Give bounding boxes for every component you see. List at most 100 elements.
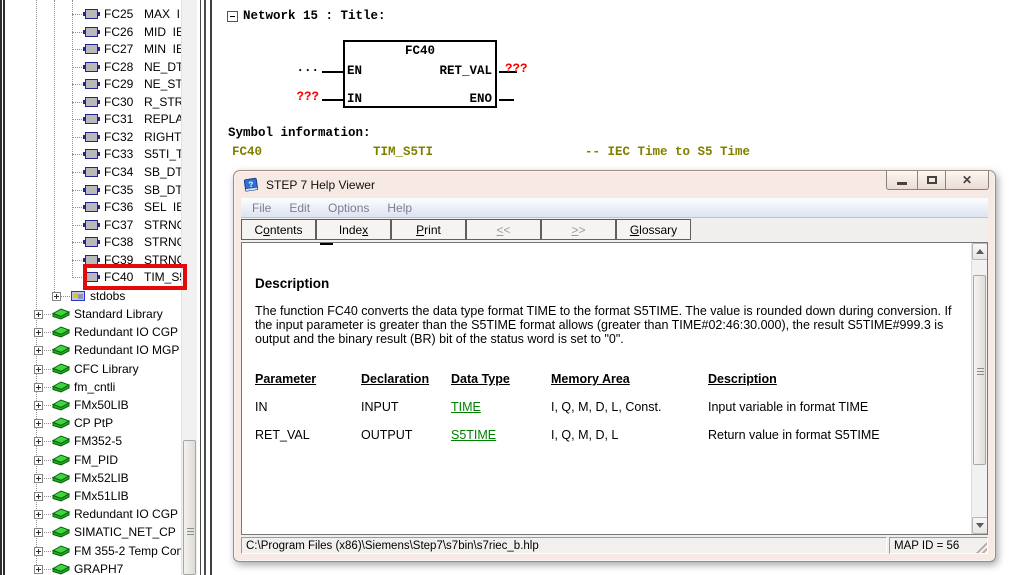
data-type-link[interactable]: S5TIME bbox=[451, 428, 551, 442]
tree-item-cp-ptp[interactable]: CP PtP bbox=[0, 415, 210, 432]
table-cell: INPUT bbox=[361, 400, 451, 414]
maximize-button[interactable] bbox=[917, 171, 946, 190]
fc40-block-title: FC40 bbox=[343, 44, 497, 58]
tree-item-redundant-io-cgp-v5[interactable]: Redundant IO CGP V5 bbox=[0, 506, 210, 523]
resize-grip[interactable] bbox=[975, 541, 987, 553]
expand-plus-icon[interactable] bbox=[34, 310, 43, 319]
help-client-area: FileEditOptionsHelp ContentsIndexPrint<<… bbox=[241, 198, 988, 554]
fc40-highlight-annotation bbox=[83, 264, 187, 290]
tree-item-fc31[interactable]: FC31REPLAC bbox=[0, 111, 210, 128]
expand-plus-icon[interactable] bbox=[34, 565, 43, 574]
symbol-comment: -- IEC Time to S5 Time bbox=[585, 145, 750, 159]
tree-item-redundant-io-cgp-v4[interactable]: Redundant IO CGP V4 bbox=[0, 324, 210, 341]
close-button[interactable]: ✕ bbox=[946, 171, 989, 190]
table-header-declaration: Declaration bbox=[361, 372, 451, 386]
tree-item-fm352-5[interactable]: FM352-5 bbox=[0, 433, 210, 450]
tree-item-fc27[interactable]: FC27MIN IE bbox=[0, 41, 210, 58]
scroll-down-button[interactable] bbox=[972, 517, 988, 534]
tree-item-fmx51lib[interactable]: FMx51LIB bbox=[0, 488, 210, 505]
status-file-path: C:\Program Files (x86)\Siemens\Step7\s7b… bbox=[241, 537, 887, 554]
en-operand[interactable]: ... bbox=[292, 61, 319, 75]
toolbar-button-nav[interactable]: >> bbox=[541, 219, 616, 240]
tree-item-fc28[interactable]: FC28NE_DT bbox=[0, 59, 210, 76]
help-title-bar[interactable]: ? STEP 7 Help Viewer ✕ bbox=[234, 171, 995, 198]
description-paragraph: The function FC40 converts the data type… bbox=[255, 304, 965, 347]
tree-item-fc33[interactable]: FC33S5TI_TIM bbox=[0, 146, 210, 163]
expand-plus-icon[interactable] bbox=[34, 383, 43, 392]
menu-edit[interactable]: Edit bbox=[280, 201, 319, 215]
toolbar-button-print[interactable]: Print bbox=[391, 219, 466, 240]
tree-item-fc36[interactable]: FC36SEL IE bbox=[0, 199, 210, 216]
table-cell: Return value in format S5TIME bbox=[708, 428, 965, 442]
help-scrollbar-thumb[interactable] bbox=[973, 275, 986, 465]
tree-item-cfc-library[interactable]: CFC Library bbox=[0, 361, 210, 378]
ret-val-operand-placeholder[interactable]: ??? bbox=[505, 62, 528, 76]
expand-plus-icon[interactable] bbox=[34, 510, 43, 519]
tree-item-fc37[interactable]: FC37STRNG_ bbox=[0, 217, 210, 234]
tree-item-stdobs[interactable]: stdobs bbox=[0, 288, 210, 305]
tree-item-simatic-net-cp[interactable]: SIMATIC_NET_CP bbox=[0, 524, 210, 541]
expand-plus-icon[interactable] bbox=[34, 401, 43, 410]
expand-plus-icon[interactable] bbox=[34, 492, 43, 501]
expand-plus-icon[interactable] bbox=[34, 547, 43, 556]
toolbar-button-glossary[interactable]: Glossary bbox=[616, 219, 691, 240]
help-document: Description The function FC40 converts t… bbox=[242, 243, 971, 534]
tree-item-name: stdobs bbox=[90, 289, 125, 303]
expand-plus-icon[interactable] bbox=[34, 474, 43, 483]
symbol-information-label: Symbol information: bbox=[228, 126, 371, 140]
tree-item-fc25[interactable]: FC25MAX I bbox=[0, 6, 210, 23]
fc-block-icon bbox=[85, 27, 98, 37]
toolbar-button-index[interactable]: Index bbox=[316, 219, 391, 240]
tree-item-fm-355-2-temp-cont[interactable]: FM 355-2 Temp Cont bbox=[0, 543, 210, 560]
minimize-button[interactable] bbox=[886, 171, 917, 190]
expand-plus-icon[interactable] bbox=[34, 437, 43, 446]
tree-item-fc26[interactable]: FC26MID IE bbox=[0, 24, 210, 41]
expand-plus-icon[interactable] bbox=[34, 328, 43, 337]
in-operand-placeholder[interactable]: ??? bbox=[292, 90, 319, 104]
data-type-link[interactable]: TIME bbox=[451, 400, 551, 414]
tree-item-graph7[interactable]: GRAPH7 bbox=[0, 561, 210, 575]
tree-item-fc34[interactable]: FC34SB_DT_ bbox=[0, 164, 210, 181]
expand-plus-icon[interactable] bbox=[34, 528, 43, 537]
pin-label-eno: ENO bbox=[402, 92, 492, 106]
scroll-up-button[interactable] bbox=[972, 243, 988, 260]
tree-item-redundant-io-mgp-v[interactable]: Redundant IO MGP V bbox=[0, 342, 210, 359]
toolbar-button-nav[interactable]: << bbox=[466, 219, 541, 240]
menu-help[interactable]: Help bbox=[378, 201, 421, 215]
network-collapse-toggle[interactable] bbox=[227, 11, 238, 22]
tree-item-id: FC36 bbox=[104, 200, 133, 214]
fc-block-icon bbox=[85, 97, 98, 107]
table-header-parameter: Parameter bbox=[255, 372, 361, 386]
menu-options[interactable]: Options bbox=[319, 201, 378, 215]
description-heading: Description bbox=[255, 276, 965, 291]
tree-item-fm-cntli[interactable]: fm_cntli bbox=[0, 379, 210, 396]
tree-scrollbar-thumb[interactable] bbox=[183, 440, 196, 575]
expand-plus-icon[interactable] bbox=[34, 346, 43, 355]
tree-item-fm-pid[interactable]: FM_PID bbox=[0, 452, 210, 469]
expand-plus-icon[interactable] bbox=[34, 365, 43, 374]
tree-item-fc29[interactable]: FC29NE_STR bbox=[0, 76, 210, 93]
tree-item-fmx50lib[interactable]: FMx50LIB bbox=[0, 397, 210, 414]
library-book-icon bbox=[52, 416, 70, 432]
expand-plus-icon[interactable] bbox=[34, 456, 43, 465]
tree-item-name: Standard Library bbox=[74, 307, 163, 321]
tree-item-fc38[interactable]: FC38STRNG_ bbox=[0, 234, 210, 251]
fc-block-icon bbox=[85, 237, 98, 247]
menu-file[interactable]: File bbox=[243, 201, 280, 215]
tree-item-fmx52lib[interactable]: FMx52LIB bbox=[0, 470, 210, 487]
library-book-icon bbox=[52, 489, 70, 505]
library-tree-panel: FC25MAX IFC26MID IEFC27MIN IEFC28NE_DTFC… bbox=[0, 0, 210, 575]
tree-item-name: MAX I bbox=[144, 7, 180, 21]
tree-item-standard-library[interactable]: Standard Library bbox=[0, 306, 210, 323]
help-content-area: Description The function FC40 converts t… bbox=[241, 242, 988, 535]
tree-item-fc30[interactable]: FC30R_STRN bbox=[0, 94, 210, 111]
tree-item-fc32[interactable]: FC32RIGHT bbox=[0, 129, 210, 146]
tree-item-fc35[interactable]: FC35SB_DT_ bbox=[0, 182, 210, 199]
expand-plus-icon[interactable] bbox=[52, 292, 61, 301]
help-vertical-scrollbar[interactable] bbox=[971, 243, 987, 534]
toolbar-button-contents[interactable]: Contents bbox=[241, 219, 316, 240]
library-book-icon bbox=[52, 544, 70, 560]
expand-plus-icon[interactable] bbox=[34, 419, 43, 428]
library-book-icon bbox=[52, 525, 70, 541]
fc-block-icon bbox=[85, 132, 98, 142]
